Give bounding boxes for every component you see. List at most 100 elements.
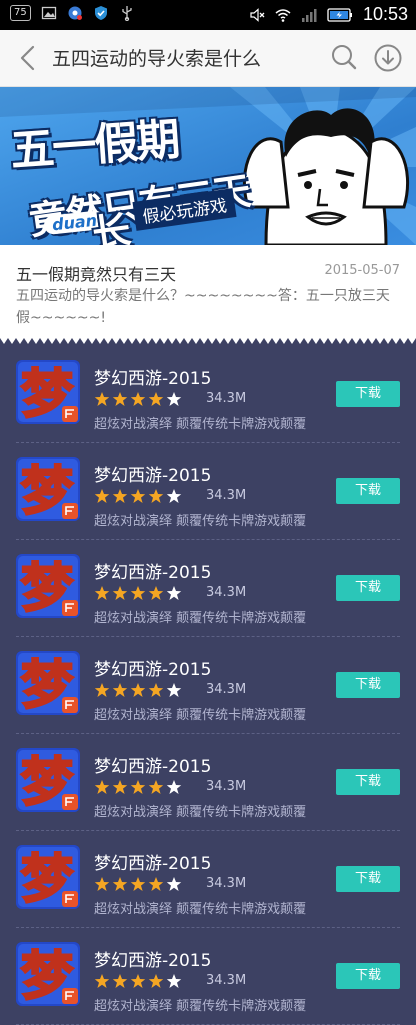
app-name: 梦幻西游-2015 (94, 563, 212, 583)
app-name: 梦幻西游-2015 (94, 757, 212, 777)
download-button[interactable]: 下载 (336, 866, 400, 892)
back-button[interactable] (16, 44, 42, 72)
app-icon[interactable]: 梦 (16, 845, 80, 909)
app-icon[interactable]: 梦 (16, 457, 80, 521)
app-list-item[interactable]: 梦梦幻西游-2015 34.3M 超炫对战演绎 颠覆传统卡牌游戏颠覆 下载 (0, 734, 416, 831)
app-description: 超炫对战演绎 颠覆传统卡牌游戏颠覆 (94, 999, 307, 1014)
app-list-item[interactable]: 梦梦幻西游-2015 34.3M 超炫对战演绎 颠覆传统卡牌游戏颠覆 下载 (0, 540, 416, 637)
app-size: 34.3M (206, 973, 247, 988)
app-description: 超炫对战演绎 颠覆传统卡牌游戏颠覆 (94, 417, 307, 432)
star-filled-icon (130, 683, 146, 697)
star-empty-icon (166, 974, 182, 988)
banner-mark: 长 (89, 207, 134, 245)
app-name: 梦幻西游-2015 (94, 660, 212, 680)
star-filled-icon (130, 489, 146, 503)
app-list: 梦梦幻西游-2015 34.3M 超炫对战演绎 颠覆传统卡牌游戏颠覆 下载梦梦幻西游-… (0, 346, 416, 1025)
rating-stars (94, 779, 182, 795)
battery-charging-icon (327, 7, 352, 22)
ticket-edge-divider (0, 336, 416, 346)
article-card[interactable]: 五一假期竟然只有三天 2015-05-07 五四运动的导火索是什么？~~~~~~… (0, 245, 416, 340)
rating-stars (94, 585, 182, 601)
rating-stars (94, 876, 182, 892)
star-filled-icon (148, 877, 164, 891)
rating-stars (94, 973, 182, 989)
article-banner[interactable]: 五一假期 竟然只有三天 duan 长 假必玩游戏 (0, 87, 416, 245)
rating-stars (94, 682, 182, 698)
star-filled-icon (148, 489, 164, 503)
star-filled-icon (130, 586, 146, 600)
article-date: 2015-05-07 (324, 263, 400, 278)
mute-icon (250, 7, 265, 22)
app-list-item[interactable]: 梦梦幻西游-2015 34.3M 超炫对战演绎 颠覆传统卡牌游戏颠覆 下载 (0, 637, 416, 734)
app-size: 34.3M (206, 391, 247, 406)
app-description: 超炫对战演绎 颠覆传统卡牌游戏颠覆 (94, 514, 307, 529)
app-description: 超炫对战演绎 颠覆传统卡牌游戏颠覆 (94, 902, 307, 917)
app-description: 超炫对战演绎 颠覆传统卡牌游戏颠覆 (94, 805, 307, 820)
app-icon[interactable]: 梦 (16, 942, 80, 1006)
app-name: 梦幻西游-2015 (94, 854, 212, 874)
app-name: 梦幻西游-2015 (94, 951, 212, 971)
star-filled-icon (148, 586, 164, 600)
meme-face-illustration (242, 108, 410, 245)
star-filled-icon (112, 877, 128, 891)
app-size: 34.3M (206, 585, 247, 600)
page-title: 五四运动的导火索是什么 (52, 48, 262, 70)
article-title: 五一假期竟然只有三天 (16, 265, 177, 284)
star-filled-icon (148, 780, 164, 794)
star-filled-icon (130, 974, 146, 988)
star-filled-icon (112, 392, 128, 406)
banner-headline-line1: 五一假期 (8, 114, 180, 177)
app-description: 超炫对战演绎 颠覆传统卡牌游戏颠覆 (94, 611, 307, 626)
status-bar: 75 10:53 (0, 0, 416, 30)
app-list-item[interactable]: 梦梦幻西游-2015 34.3M 超炫对战演绎 颠覆传统卡牌游戏颠覆 下载 (0, 928, 416, 1025)
star-empty-icon (166, 683, 182, 697)
app-name: 梦幻西游-2015 (94, 369, 212, 389)
security-icon (94, 6, 107, 20)
star-filled-icon (148, 974, 164, 988)
download-manager-icon[interactable] (373, 43, 403, 73)
app-bar: 五四运动的导火索是什么 (0, 30, 416, 87)
signal-icon (301, 8, 317, 22)
app-icon[interactable]: 梦 (16, 554, 80, 618)
download-button[interactable]: 下载 (336, 769, 400, 795)
article-description: 五四运动的导火索是什么？~~~~~~~~答：五一只放三天假~~~~~~! (16, 288, 390, 326)
app-list-item[interactable]: 梦梦幻西游-2015 34.3M 超炫对战演绎 颠覆传统卡牌游戏颠覆 下载 (0, 831, 416, 928)
app-size: 34.3M (206, 488, 247, 503)
download-button[interactable]: 下载 (336, 575, 400, 601)
star-filled-icon (148, 392, 164, 406)
app-name: 梦幻西游-2015 (94, 466, 212, 486)
star-filled-icon (112, 974, 128, 988)
download-button[interactable]: 下载 (336, 672, 400, 698)
app-list-item[interactable]: 梦梦幻西游-2015 34.3M 超炫对战演绎 颠覆传统卡牌游戏颠覆 下载 (0, 346, 416, 443)
app-icon[interactable]: 梦 (16, 748, 80, 812)
app-size: 34.3M (206, 876, 247, 891)
star-filled-icon (94, 877, 110, 891)
image-icon (41, 6, 56, 20)
rating-stars (94, 488, 182, 504)
app-size: 34.3M (206, 682, 247, 697)
star-empty-icon (166, 877, 182, 891)
status-clock: 10:53 (362, 4, 408, 24)
wifi-icon (275, 8, 291, 22)
download-button[interactable]: 下载 (336, 381, 400, 407)
star-filled-icon (94, 974, 110, 988)
star-empty-icon (166, 392, 182, 406)
download-button[interactable]: 下载 (336, 478, 400, 504)
app-icon[interactable]: 梦 (16, 651, 80, 715)
star-filled-icon (130, 780, 146, 794)
star-empty-icon (166, 586, 182, 600)
star-filled-icon (94, 586, 110, 600)
search-icon[interactable] (330, 43, 358, 71)
star-filled-icon (94, 392, 110, 406)
rating-stars (94, 391, 182, 407)
app-list-item[interactable]: 梦梦幻西游-2015 34.3M 超炫对战演绎 颠覆传统卡牌游戏颠覆 下载 (0, 443, 416, 540)
star-empty-icon (166, 780, 182, 794)
usb-icon (122, 6, 132, 21)
download-button[interactable]: 下载 (336, 963, 400, 989)
star-filled-icon (112, 489, 128, 503)
star-filled-icon (94, 489, 110, 503)
app-icon[interactable]: 梦 (16, 360, 80, 424)
star-empty-icon (166, 489, 182, 503)
star-filled-icon (94, 683, 110, 697)
star-filled-icon (148, 683, 164, 697)
